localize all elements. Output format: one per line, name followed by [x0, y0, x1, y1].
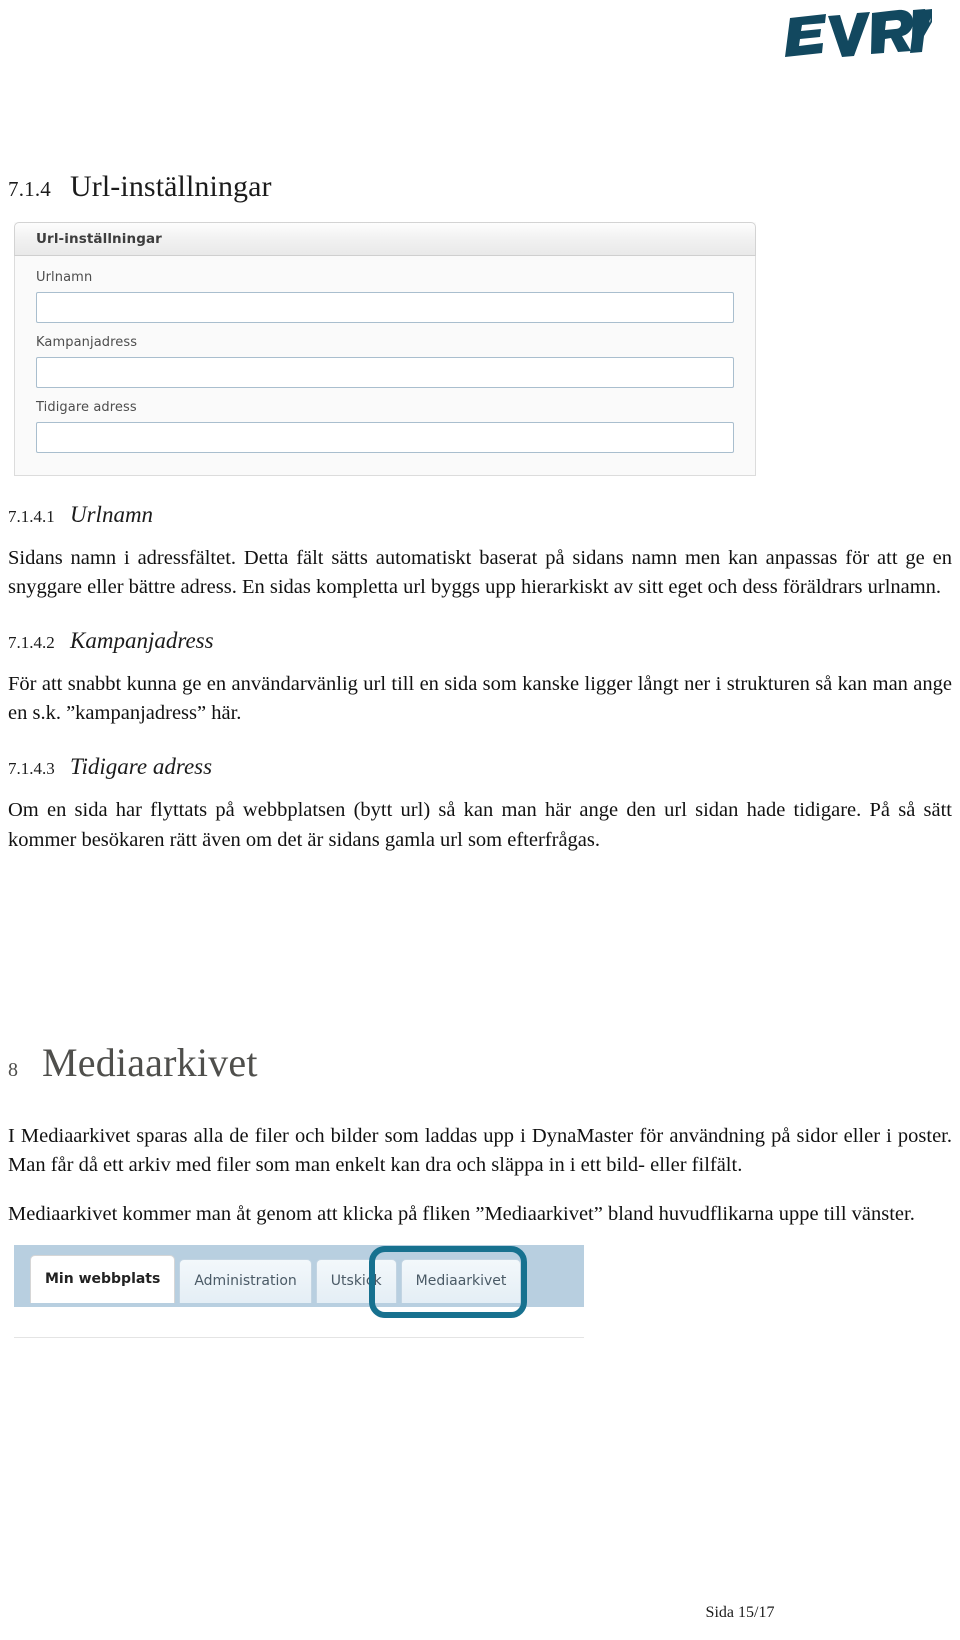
panel-body: Urlnamn Kampanjadress Tidigare adress	[14, 256, 756, 476]
tabbar-content-strip	[14, 1306, 584, 1338]
paragraph-urlnamn: Sidans namn i adressfältet. Detta fält s…	[8, 547, 952, 599]
heading-text: Tidigare adress	[70, 754, 213, 780]
tab-label: Utskick	[330, 1273, 382, 1290]
paragraph-mediaarkivet-access: Mediaarkivet kommer man åt genom att kli…	[8, 1202, 915, 1225]
evry-logo	[752, 8, 932, 64]
main-tabs-screenshot: Min webbplats Administration Utskick Med…	[14, 1244, 584, 1338]
tab-min-webbplats[interactable]: Min webbplats	[30, 1254, 176, 1303]
page-number: Sida 15/17	[705, 1604, 775, 1621]
paragraph-tidigare-adress: Om en sida har flyttats på webbplatsen (…	[8, 799, 952, 851]
urlnamn-input[interactable]	[36, 292, 734, 323]
heading-kampanjadress: 7.1.4.2 Kampanjadress	[8, 628, 952, 654]
panel-header-title: Url-inställningar	[36, 231, 162, 247]
heading-number: 7.1.4.3	[8, 759, 55, 779]
tab-label: Min webbplats	[45, 1271, 161, 1288]
heading-mediaarkivet: 8 Mediaarkivet	[8, 1039, 952, 1086]
field-label-kampanjadress: Kampanjadress	[36, 335, 138, 350]
field-kampanjadress: Kampanjadress	[36, 335, 734, 388]
document-content: 7.1.4 Url-inställningar Url-inställninga…	[8, 170, 952, 1338]
document-page: 7.1.4 Url-inställningar Url-inställninga…	[0, 0, 960, 1640]
paragraph-mediaarkivet-intro: I Mediaarkivet sparas alla de filer och …	[8, 1124, 952, 1176]
tab-label: Mediaarkivet	[415, 1273, 507, 1290]
heading-url-installningar: 7.1.4 Url-inställningar	[8, 170, 952, 204]
url-settings-panel-screenshot: Url-inställningar Urlnamn Kampanjadress …	[14, 222, 756, 476]
field-label-tidigare-adress: Tidigare adress	[36, 400, 137, 415]
heading-number: 7.1.4.2	[8, 633, 55, 653]
field-label-urlnamn: Urlnamn	[36, 270, 93, 285]
tab-utskick[interactable]: Utskick	[315, 1258, 397, 1303]
page-footer: Sida 15/17	[0, 1604, 960, 1622]
tidigare-adress-input[interactable]	[36, 422, 734, 453]
tab-administration[interactable]: Administration	[179, 1258, 312, 1303]
field-urlnamn: Urlnamn	[36, 270, 734, 323]
tab-mediaarkivet[interactable]: Mediaarkivet	[400, 1258, 522, 1303]
field-tidigare-adress: Tidigare adress	[36, 400, 734, 453]
heading-text: Urlnamn	[70, 502, 154, 527]
paragraph-kampanjadress: För att snabbt kunna ge en användarvänli…	[8, 673, 952, 725]
heading-tidigare-adress: 7.1.4.3 Tidigare adress	[8, 754, 952, 780]
heading-number: 7.1.4.1	[8, 507, 55, 526]
heading-text: Url-inställningar	[70, 170, 272, 203]
heading-number: 8	[8, 1058, 18, 1081]
tab-label: Administration	[194, 1273, 297, 1290]
heading-text: Kampanjadress	[70, 628, 214, 654]
tabs-row: Min webbplats Administration Utskick Med…	[30, 1254, 522, 1303]
heading-text: Mediaarkivet	[42, 1039, 258, 1085]
kampanjadress-input[interactable]	[36, 357, 734, 388]
heading-urlnamn: 7.1.4.1 Urlnamn	[8, 502, 952, 528]
panel-header: Url-inställningar	[14, 222, 756, 256]
heading-number: 7.1.4	[8, 177, 51, 201]
